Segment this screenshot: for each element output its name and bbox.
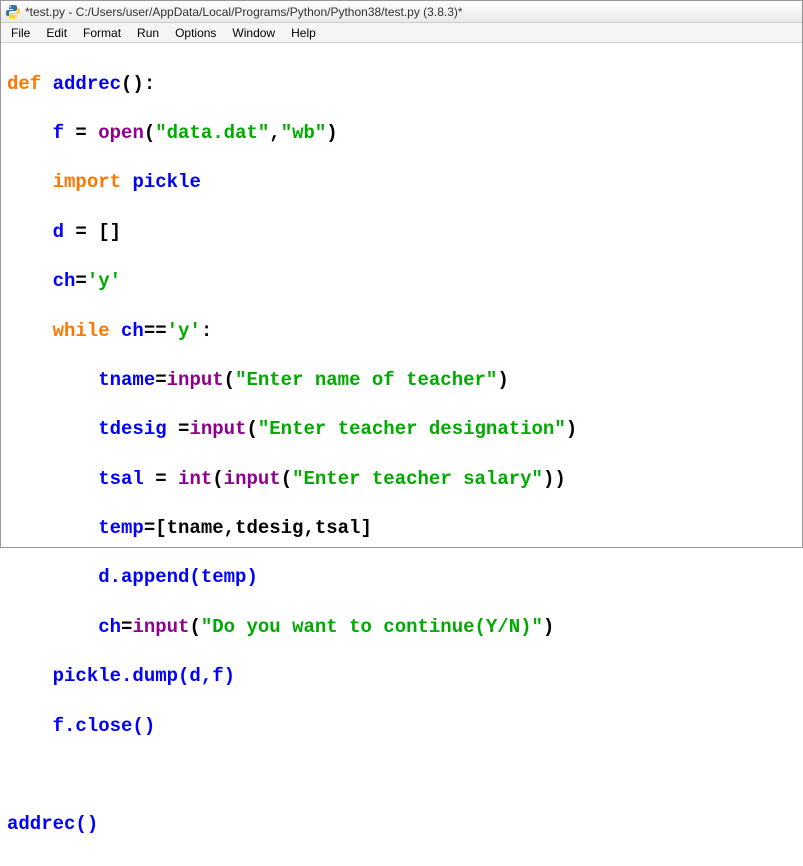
builtin: input bbox=[167, 369, 224, 391]
code-line: f = open("data.dat","wb") bbox=[7, 121, 796, 146]
punct: : bbox=[201, 320, 212, 342]
indent bbox=[7, 122, 53, 144]
code-line: tname=input("Enter name of teacher") bbox=[7, 368, 796, 393]
op: = bbox=[155, 369, 166, 391]
indent bbox=[7, 320, 53, 342]
punct: ) bbox=[326, 122, 337, 144]
indent bbox=[7, 715, 53, 737]
string: "wb" bbox=[281, 122, 327, 144]
code-line: f.close() bbox=[7, 714, 796, 739]
code-line: ch='y' bbox=[7, 269, 796, 294]
identifier: tname bbox=[98, 369, 155, 391]
op: =[tname,tdesig,tsal] bbox=[144, 517, 372, 539]
indent bbox=[7, 566, 98, 588]
identifier: addrec() bbox=[7, 813, 98, 835]
code-line: pickle.dump(d,f) bbox=[7, 664, 796, 689]
code-line: ch=input("Do you want to continue(Y/N)") bbox=[7, 615, 796, 640]
menu-edit[interactable]: Edit bbox=[38, 24, 75, 42]
indent bbox=[7, 616, 98, 638]
indent bbox=[7, 369, 98, 391]
punct: ( bbox=[212, 468, 223, 490]
python-idle-icon bbox=[5, 4, 21, 20]
string: "data.dat" bbox=[155, 122, 269, 144]
menu-file[interactable]: File bbox=[3, 24, 38, 42]
op: = [] bbox=[75, 221, 121, 243]
indent bbox=[7, 270, 53, 292]
identifier: ch bbox=[98, 616, 121, 638]
code-line: d = [] bbox=[7, 220, 796, 245]
punct: , bbox=[269, 122, 280, 144]
op: == bbox=[144, 320, 167, 342]
code-editor[interactable]: def addrec(): f = open("data.dat","wb") … bbox=[1, 43, 802, 866]
title-bar: *test.py - C:/Users/user/AppData/Local/P… bbox=[1, 1, 802, 23]
identifier: tdesig bbox=[98, 418, 178, 440]
keyword: while bbox=[53, 320, 121, 342]
keyword: import bbox=[53, 171, 133, 193]
string: "Enter name of teacher" bbox=[235, 369, 497, 391]
code-line: d.append(temp) bbox=[7, 565, 796, 590]
code-line: temp=[tname,tdesig,tsal] bbox=[7, 516, 796, 541]
op: = bbox=[75, 270, 86, 292]
identifier: pickle bbox=[132, 171, 200, 193]
identifier: d bbox=[53, 221, 76, 243]
string: 'y' bbox=[87, 270, 121, 292]
indent bbox=[7, 468, 98, 490]
identifier: f bbox=[53, 122, 76, 144]
indent bbox=[7, 171, 53, 193]
builtin: int bbox=[178, 468, 212, 490]
identifier: temp bbox=[98, 517, 144, 539]
string: "Do you want to continue(Y/N)" bbox=[201, 616, 543, 638]
code-line: tsal = int(input("Enter teacher salary")… bbox=[7, 467, 796, 492]
op: = bbox=[178, 418, 189, 440]
indent bbox=[7, 418, 98, 440]
menu-help[interactable]: Help bbox=[283, 24, 324, 42]
punct: )) bbox=[543, 468, 566, 490]
punct: ( bbox=[224, 369, 235, 391]
code-line: addrec() bbox=[7, 812, 796, 837]
menu-options[interactable]: Options bbox=[167, 24, 224, 42]
identifier: ch bbox=[121, 320, 144, 342]
code-line: tdesig =input("Enter teacher designation… bbox=[7, 417, 796, 442]
code-line: def addrec(): bbox=[7, 72, 796, 97]
code-line: import pickle bbox=[7, 170, 796, 195]
identifier: tsal bbox=[98, 468, 155, 490]
identifier: addrec bbox=[53, 73, 121, 95]
builtin: open bbox=[98, 122, 144, 144]
menu-format[interactable]: Format bbox=[75, 24, 129, 42]
punct: ( bbox=[189, 616, 200, 638]
window-title: *test.py - C:/Users/user/AppData/Local/P… bbox=[25, 5, 463, 19]
punct: ) bbox=[497, 369, 508, 391]
builtin: input bbox=[189, 418, 246, 440]
code-line bbox=[7, 763, 796, 788]
indent bbox=[7, 221, 53, 243]
indent bbox=[7, 517, 98, 539]
identifier: ch bbox=[53, 270, 76, 292]
string: "Enter teacher salary" bbox=[292, 468, 543, 490]
punct: ) bbox=[543, 616, 554, 638]
indent bbox=[7, 665, 53, 687]
code-line: while ch=='y': bbox=[7, 319, 796, 344]
punct: (): bbox=[121, 73, 155, 95]
punct: ( bbox=[144, 122, 155, 144]
identifier: d.append(temp) bbox=[98, 566, 258, 588]
string: 'y' bbox=[167, 320, 201, 342]
builtin: input bbox=[132, 616, 189, 638]
keyword: def bbox=[7, 73, 53, 95]
op: = bbox=[121, 616, 132, 638]
identifier: pickle.dump(d,f) bbox=[53, 665, 235, 687]
menu-window[interactable]: Window bbox=[224, 24, 283, 42]
identifier: f.close() bbox=[53, 715, 156, 737]
menu-bar: File Edit Format Run Options Window Help bbox=[1, 23, 802, 43]
punct: ( bbox=[281, 468, 292, 490]
punct: ( bbox=[246, 418, 257, 440]
op: = bbox=[75, 122, 98, 144]
builtin: input bbox=[224, 468, 281, 490]
punct: ) bbox=[566, 418, 577, 440]
menu-run[interactable]: Run bbox=[129, 24, 167, 42]
op: = bbox=[155, 468, 178, 490]
string: "Enter teacher designation" bbox=[258, 418, 566, 440]
